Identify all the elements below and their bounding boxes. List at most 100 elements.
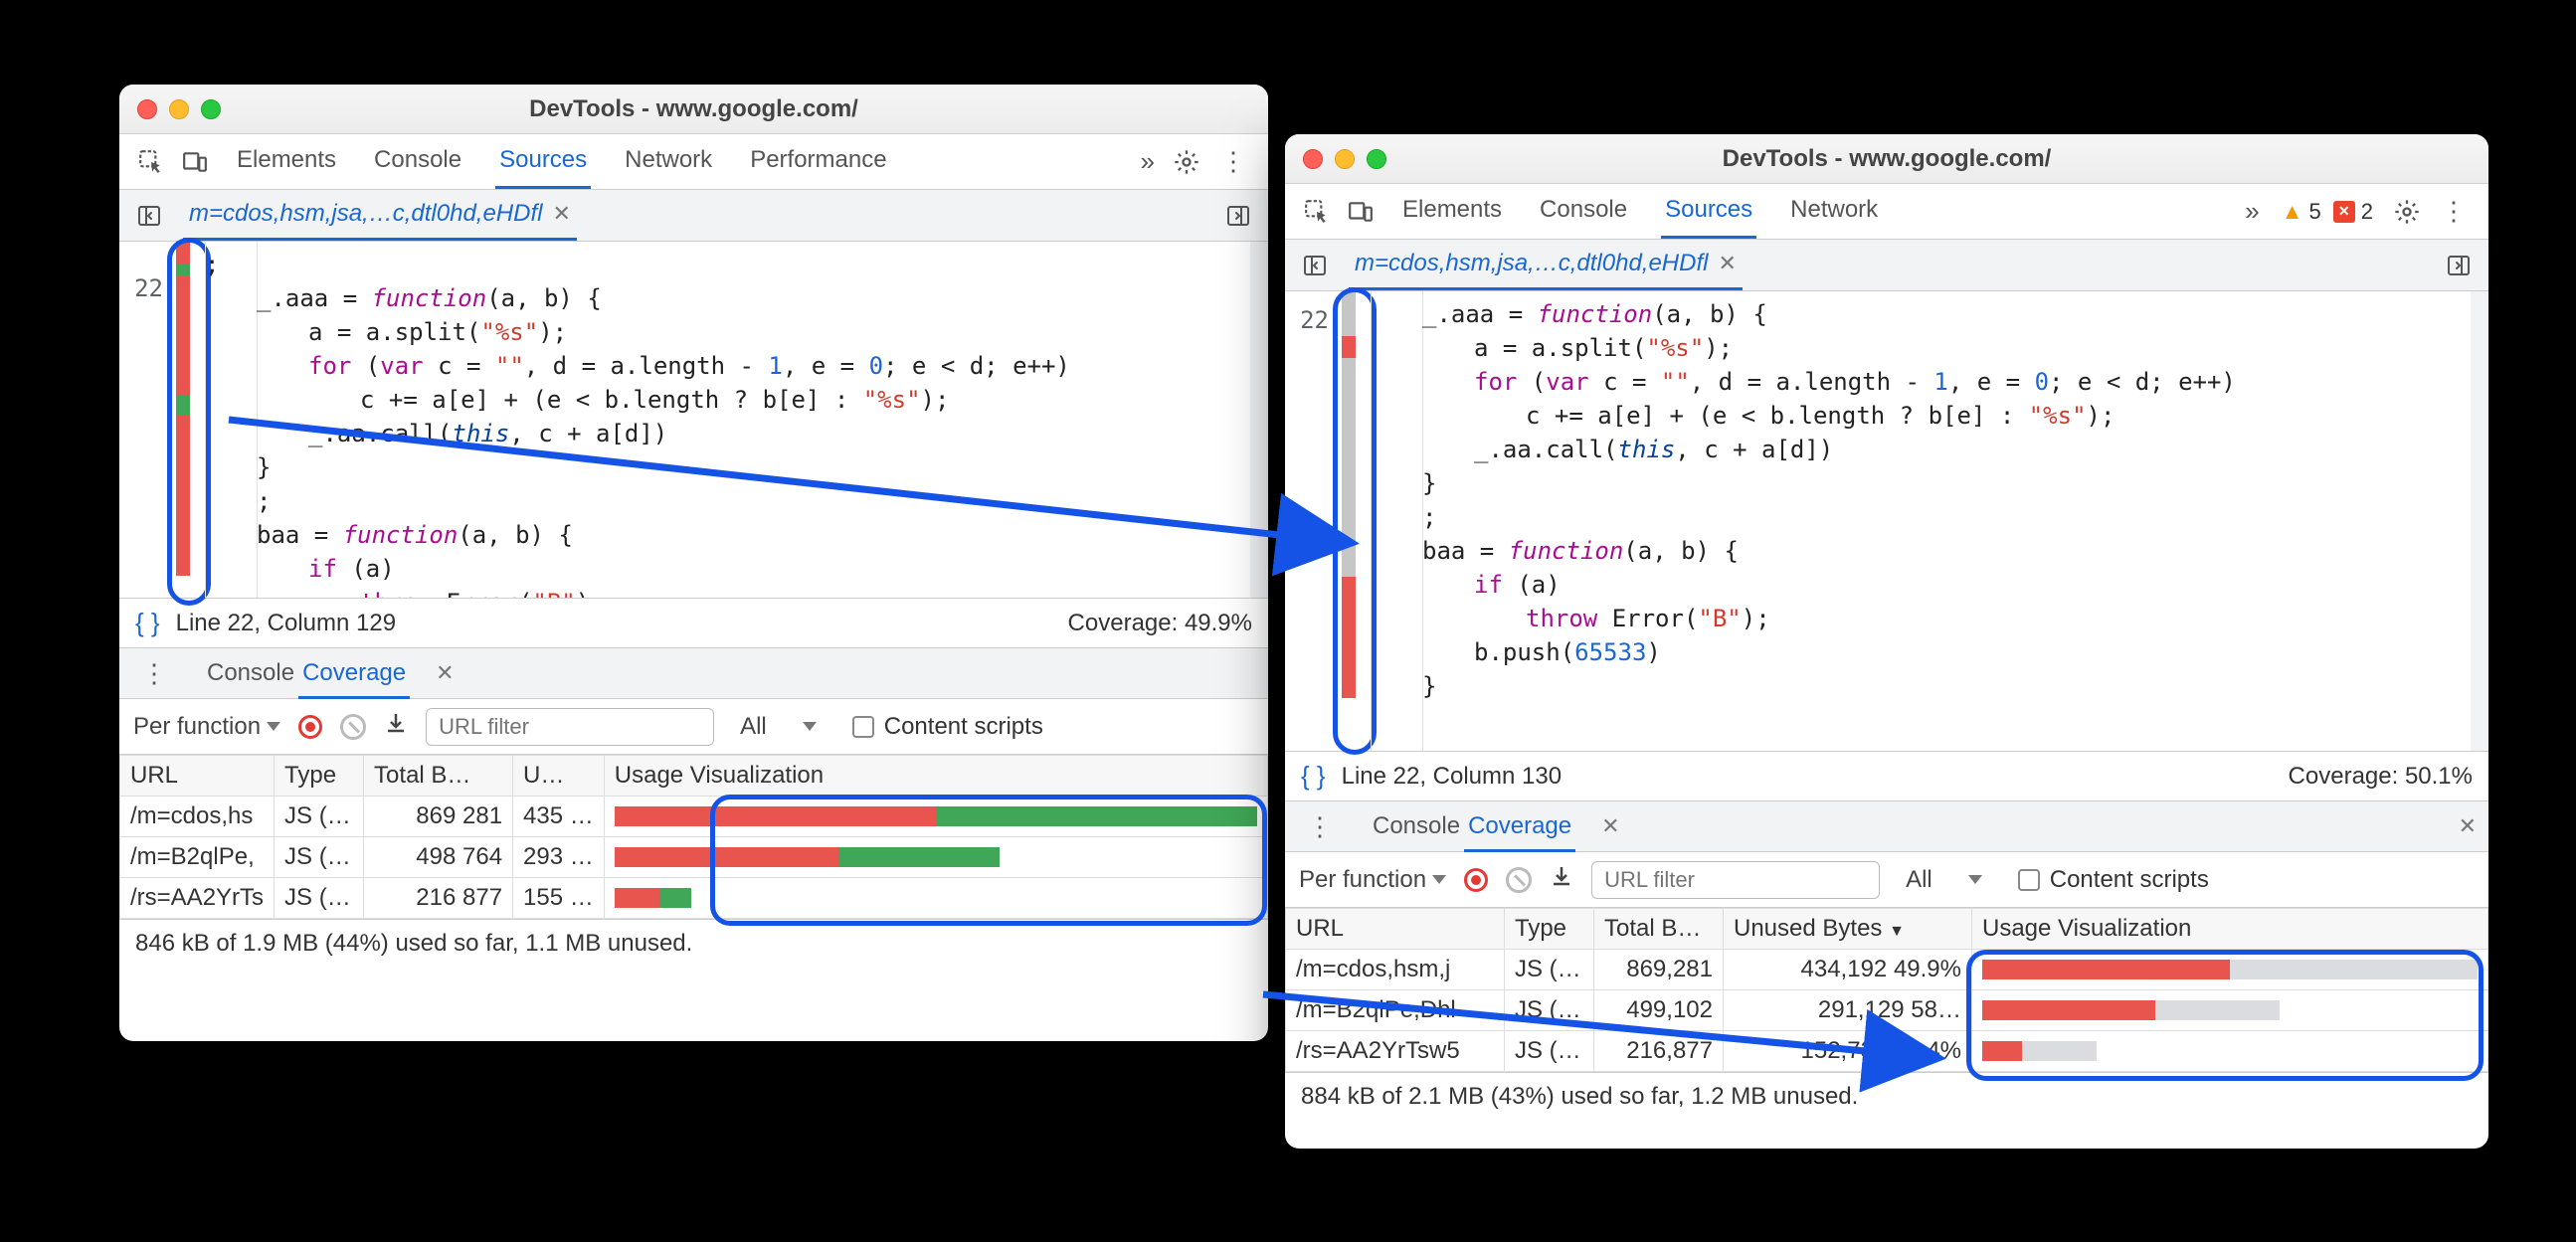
clear-icon[interactable]: [340, 714, 366, 740]
tab-network[interactable]: Network: [1786, 184, 1882, 239]
table-row[interactable]: /rs=AA2YrTsJS (…216 877155 …: [120, 878, 1268, 919]
device-icon[interactable]: [1341, 192, 1380, 232]
drawer-tab-coverage[interactable]: Coverage: [298, 649, 410, 699]
content-scripts-checkbox[interactable]: Content scripts: [852, 713, 1043, 741]
coverage-gutter: [1337, 291, 1361, 751]
scrollbar-thumb[interactable]: [2473, 295, 2486, 307]
file-tab[interactable]: m=cdos,hsm,jsa,…c,dtl0hd,eHDfl ✕: [183, 190, 577, 241]
coverage-table-wrap: URLTypeTotal B…U…Usage Visualization /m=…: [119, 755, 1268, 919]
line-number: 22: [119, 271, 163, 305]
code-line: }: [1371, 669, 2488, 703]
url-filter-input[interactable]: [426, 708, 714, 746]
code-content[interactable]: ;_.aaa = function(a, b) {a = a.split("%s…: [195, 242, 1268, 598]
coverage-toolbar: Per function All Content scripts: [1285, 852, 2488, 908]
type-filter-dropdown[interactable]: All: [740, 713, 817, 741]
close-icon[interactable]: [137, 99, 157, 119]
more-tabs-icon[interactable]: »: [1133, 146, 1163, 177]
table-header[interactable]: Unused Bytes ▼: [1724, 909, 1972, 950]
coverage-mode-dropdown[interactable]: Per function: [1299, 866, 1446, 894]
drawer-menu-icon[interactable]: ⋮: [131, 658, 177, 689]
coverage-summary: 884 kB of 2.1 MB (43%) used so far, 1.2 …: [1285, 1072, 2488, 1121]
inspect-icon[interactable]: [131, 142, 171, 182]
tab-console[interactable]: Console: [1536, 184, 1631, 239]
table-header[interactable]: Total B…: [364, 756, 513, 797]
url-filter-input[interactable]: [1591, 861, 1880, 899]
inspect-icon[interactable]: [1297, 192, 1337, 232]
gear-icon[interactable]: [1167, 142, 1206, 182]
panel-toggle-right-icon[interactable]: [1218, 196, 1258, 236]
table-header[interactable]: URL: [120, 756, 275, 797]
table-header[interactable]: Total B…: [1594, 909, 1724, 950]
code-content[interactable]: _.aaa = function(a, b) {a = a.split("%s"…: [1361, 291, 2488, 751]
kebab-menu-icon[interactable]: ⋮: [2431, 196, 2477, 227]
maximize-icon[interactable]: [1367, 149, 1386, 169]
record-icon[interactable]: [1464, 868, 1488, 892]
download-icon[interactable]: [384, 711, 408, 742]
close-icon[interactable]: [1303, 149, 1323, 169]
download-icon[interactable]: [1550, 864, 1573, 895]
panel-toggle-right-icon[interactable]: [2439, 246, 2479, 285]
table-row[interactable]: /m=cdos,hsm,jJS (…869,281434,192 49.9%: [1286, 950, 2488, 990]
file-tab-label: m=cdos,hsm,jsa,…c,dtl0hd,eHDfl: [189, 200, 542, 228]
maximize-icon[interactable]: [201, 99, 221, 119]
tab-sources[interactable]: Sources: [495, 134, 591, 189]
coverage-mode-dropdown[interactable]: Per function: [133, 713, 280, 741]
type-filter-dropdown[interactable]: All: [1906, 866, 1982, 894]
pretty-print-icon[interactable]: { }: [135, 608, 160, 638]
code-line: c += a[e] + (e < b.length ? b[e] : "%s")…: [205, 383, 1268, 417]
tab-network[interactable]: Network: [621, 134, 716, 189]
drawer-tab-console[interactable]: Console: [1369, 802, 1464, 852]
table-row[interactable]: /m=cdos,hsJS (…869 281435 …: [120, 797, 1268, 837]
devtools-window-2: DevTools - www.google.com/ Elements Conso…: [1285, 134, 2488, 1149]
drawer-menu-icon[interactable]: ⋮: [1297, 811, 1343, 842]
code-line: _.aaa = function(a, b) {: [205, 281, 1268, 315]
tab-performance[interactable]: Performance: [746, 134, 890, 189]
tab-sources[interactable]: Sources: [1661, 184, 1756, 239]
titlebar: DevTools - www.google.com/: [1285, 134, 2488, 184]
code-line: baa = function(a, b) {: [1371, 534, 2488, 568]
errors-badge[interactable]: ✕2: [2333, 199, 2373, 225]
minimize-icon[interactable]: [1335, 149, 1355, 169]
tab-elements[interactable]: Elements: [233, 134, 340, 189]
minimize-icon[interactable]: [169, 99, 189, 119]
table-header[interactable]: U…: [513, 756, 605, 797]
tab-elements[interactable]: Elements: [1398, 184, 1506, 239]
close-drawer-icon[interactable]: ✕: [2459, 813, 2477, 839]
table-header[interactable]: URL: [1286, 909, 1505, 950]
coverage-table: URLTypeTotal B…U…Usage Visualization /m=…: [119, 755, 1268, 919]
panel-toggle-left-icon[interactable]: [1295, 246, 1335, 285]
scrollbar-thumb[interactable]: [1252, 246, 1266, 258]
table-row[interactable]: /rs=AA2YrTsw5JS (…216,877152,739 70.4%: [1286, 1031, 2488, 1072]
close-icon[interactable]: ✕: [436, 660, 454, 686]
table-header[interactable]: Type: [1505, 909, 1594, 950]
panel-toggle-left-icon[interactable]: [129, 196, 169, 236]
titlebar: DevTools - www.google.com/: [119, 85, 1268, 134]
file-tab[interactable]: m=cdos,hsm,jsa,…c,dtl0hd,eHDfl ✕: [1349, 240, 1743, 290]
warnings-badge[interactable]: ▲5: [2282, 199, 2321, 225]
table-header[interactable]: Usage Visualization: [1972, 909, 2488, 950]
tab-console[interactable]: Console: [370, 134, 465, 189]
main-tabstrip: Elements Console Sources Network » ▲5 ✕2 ⋮: [1285, 184, 2488, 240]
close-icon[interactable]: ✕: [1601, 813, 1619, 839]
close-icon[interactable]: ✕: [552, 201, 570, 227]
more-tabs-icon[interactable]: »: [2237, 196, 2267, 227]
drawer-tab-coverage[interactable]: Coverage: [1464, 802, 1575, 852]
pretty-print-icon[interactable]: { }: [1301, 761, 1326, 792]
table-header[interactable]: Usage Visualization: [604, 756, 1267, 797]
table-header[interactable]: Type: [275, 756, 364, 797]
drawer-tab-console[interactable]: Console: [203, 649, 298, 699]
code-line: for (var c = "", d = a.length - 1, e = 0…: [1371, 365, 2488, 399]
table-row[interactable]: /m=B2qlPe,JS (…498 764293 …: [120, 837, 1268, 878]
code-line: }: [1371, 466, 2488, 500]
code-line: if (a): [205, 552, 1268, 586]
content-scripts-checkbox[interactable]: Content scripts: [2018, 866, 2209, 894]
code-editor: 22 ;_.aaa = function(a, b) {a = a.split(…: [119, 242, 1268, 598]
table-row[interactable]: /m=B2qlPe,DhlJS (…499,102291,129 58…: [1286, 990, 2488, 1031]
devtools-window-1: DevTools - www.google.com/ Elements Conso…: [119, 85, 1268, 1041]
gear-icon[interactable]: [2387, 192, 2427, 232]
record-icon[interactable]: [298, 715, 322, 739]
kebab-menu-icon[interactable]: ⋮: [1210, 146, 1256, 177]
device-icon[interactable]: [175, 142, 215, 182]
close-icon[interactable]: ✕: [1718, 251, 1736, 276]
clear-icon[interactable]: [1506, 867, 1532, 893]
